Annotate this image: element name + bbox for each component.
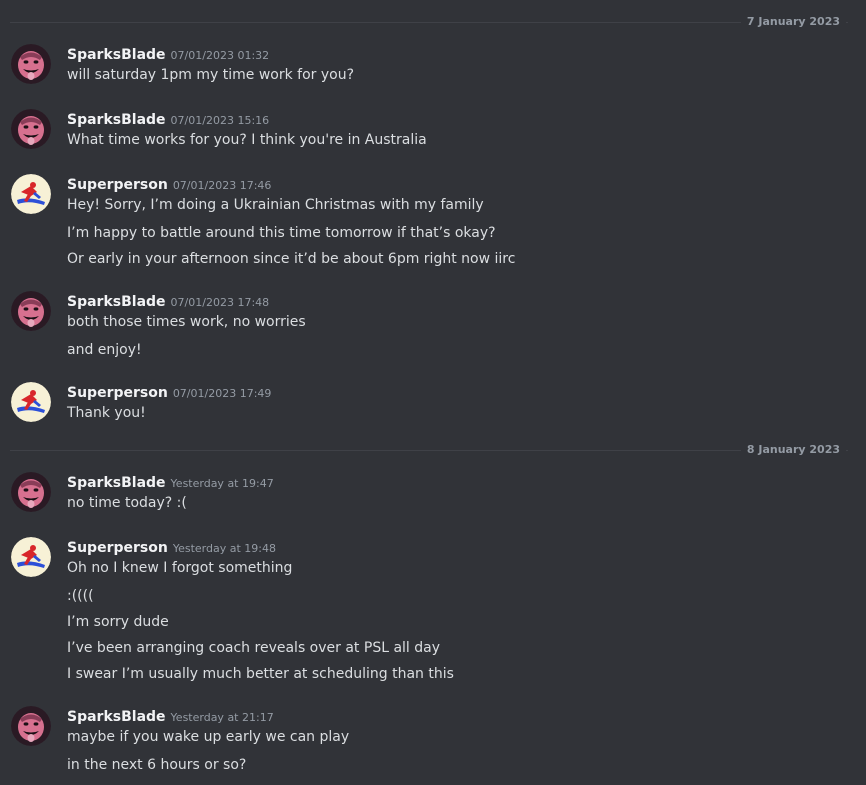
- superperson-avatar[interactable]: [11, 537, 51, 577]
- date-divider: 7 January 2023: [10, 15, 848, 29]
- message-body: Oh no I knew I forgot something :(((( I’…: [67, 557, 454, 687]
- sparksblade-avatar-icon: [11, 472, 51, 512]
- divider-line: [10, 450, 848, 451]
- message-line: :((((: [67, 588, 94, 604]
- message-body: What time works for you? I think you're …: [67, 129, 427, 155]
- message-timestamp: 07/01/2023 17:48: [170, 296, 270, 309]
- message-line: Hey! Sorry, I’m doing a Ukrainian Christ…: [67, 197, 484, 213]
- message-timestamp: Yesterday at 21:17: [170, 711, 274, 724]
- message-line: both those times work, no worries: [67, 314, 306, 330]
- message-line: will saturday 1pm my time work for you?: [67, 67, 355, 83]
- message-body: Hey! Sorry, I’m doing a Ukrainian Christ…: [67, 194, 515, 272]
- message-line: in the next 6 hours or so?: [67, 757, 247, 773]
- divider-line: [10, 22, 848, 23]
- divider-date: 7 January 2023: [740, 15, 846, 29]
- message-line: I swear I’m usually much better at sched…: [67, 666, 454, 682]
- sparksblade-avatar[interactable]: [11, 109, 51, 149]
- sparksblade-avatar-icon: [11, 44, 51, 84]
- message-timestamp: 07/01/2023 15:16: [170, 114, 270, 127]
- message-header: SparksBlade 07/01/2023 15:16: [67, 109, 269, 129]
- message-line: maybe if you wake up early we can play: [67, 729, 350, 745]
- message-body: no time today? :(: [67, 492, 187, 518]
- sparksblade-avatar-icon: [11, 706, 51, 746]
- sparksblade-avatar[interactable]: [11, 44, 51, 84]
- message-body: will saturday 1pm my time work for you?: [67, 64, 354, 90]
- message-header: SparksBlade Yesterday at 19:47: [67, 472, 274, 492]
- message-timestamp: 07/01/2023 17:49: [172, 387, 272, 400]
- message-timestamp: 07/01/2023 17:46: [172, 179, 272, 192]
- message-line: and enjoy!: [67, 342, 142, 358]
- author-name[interactable]: SparksBlade: [67, 294, 166, 310]
- author-name[interactable]: Superperson: [67, 385, 168, 401]
- author-name[interactable]: Superperson: [67, 177, 168, 193]
- message-timestamp: Yesterday at 19:47: [170, 477, 274, 490]
- sparksblade-avatar-icon: [11, 291, 51, 331]
- message-line: Or early in your afternoon since it’d be…: [67, 251, 516, 267]
- message-header: SparksBlade 07/01/2023 17:48: [67, 291, 269, 311]
- date-divider: 8 January 2023: [10, 443, 848, 457]
- message-line: I’ve been arranging coach reveals over a…: [67, 640, 441, 656]
- superperson-avatar-icon: [11, 537, 51, 577]
- message-line: Thank you!: [67, 405, 146, 421]
- sparksblade-avatar[interactable]: [11, 472, 51, 512]
- message-line: I’m sorry dude: [67, 614, 169, 630]
- author-name[interactable]: SparksBlade: [67, 709, 166, 725]
- sparksblade-avatar[interactable]: [11, 706, 51, 746]
- author-name[interactable]: SparksBlade: [67, 47, 166, 63]
- superperson-avatar[interactable]: [11, 382, 51, 422]
- author-name[interactable]: Superperson: [67, 540, 168, 556]
- superperson-avatar[interactable]: [11, 174, 51, 214]
- message-line: I’m happy to battle around this time tom…: [67, 225, 496, 241]
- divider-date: 8 January 2023: [740, 443, 846, 457]
- message-timestamp: 07/01/2023 01:32: [170, 49, 270, 62]
- message-body: maybe if you wake up early we can play i…: [67, 726, 349, 778]
- message-timestamp: Yesterday at 19:48: [172, 542, 276, 555]
- sparksblade-avatar-icon: [11, 109, 51, 149]
- superperson-avatar-icon: [11, 382, 51, 422]
- message-line: What time works for you? I think you're …: [67, 132, 427, 148]
- message-body: both those times work, no worries and en…: [67, 311, 306, 363]
- message-header: SparksBlade 07/01/2023 01:32: [67, 44, 269, 64]
- author-name[interactable]: SparksBlade: [67, 112, 166, 128]
- message-line: no time today? :(: [67, 495, 187, 511]
- message-header: Superperson 07/01/2023 17:46: [67, 174, 271, 194]
- message-header: Superperson Yesterday at 19:48: [67, 537, 276, 557]
- superperson-avatar-icon: [11, 174, 51, 214]
- message-header: Superperson 07/01/2023 17:49: [67, 382, 271, 402]
- sparksblade-avatar[interactable]: [11, 291, 51, 331]
- message-line: Oh no I knew I forgot something: [67, 560, 293, 576]
- chat-log: 7 January 2023 SparksBlade 07/01/2023 01:…: [0, 0, 866, 785]
- message-body: Thank you!: [67, 402, 146, 428]
- author-name[interactable]: SparksBlade: [67, 475, 166, 491]
- message-header: SparksBlade Yesterday at 21:17: [67, 706, 274, 726]
